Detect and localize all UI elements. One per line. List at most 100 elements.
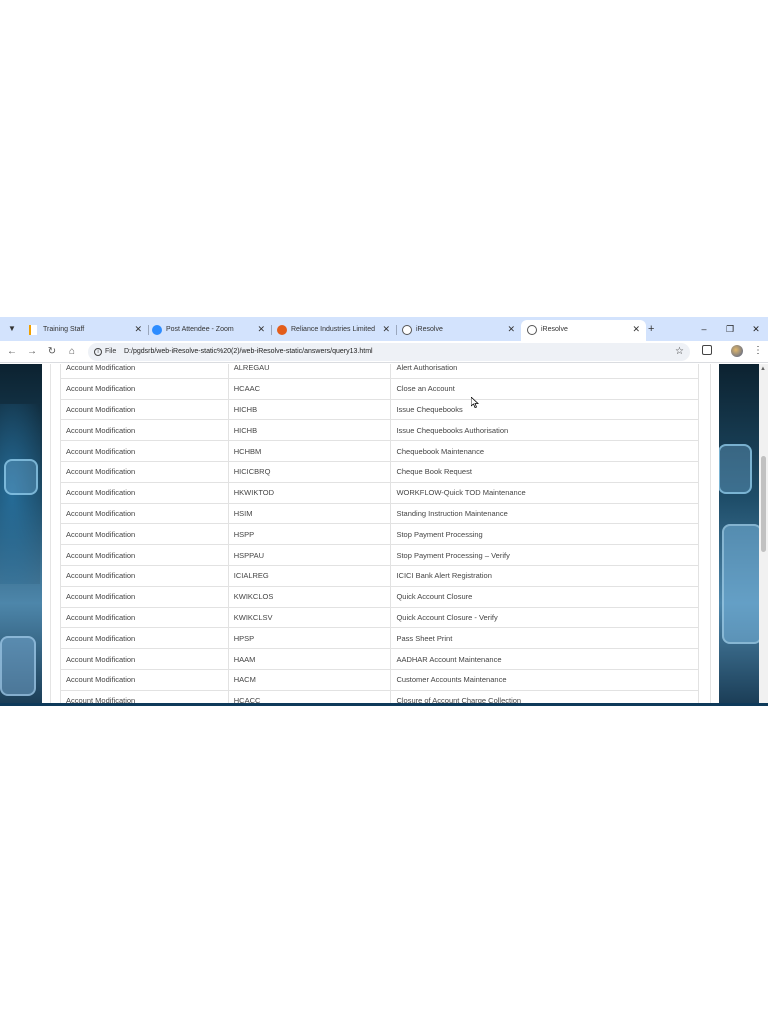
module-cell: Account Modification [60,564,229,587]
menu-code-cell: HCHBM [227,440,392,462]
info-icon: i [94,348,102,356]
module-cell: Account Modification [60,377,229,400]
description-cell: Issue Chequebooks Authorisation [390,419,699,442]
menu-code-cell: HSPPAU [227,544,392,566]
description-cell: ICICI Bank Alert Registration [390,564,699,587]
menu-code-cell: HCAAC [227,377,392,400]
menu-code-cell: HSPP [227,523,392,546]
menu-code-cell: HACM [227,668,392,691]
background-shape [718,444,752,494]
menu-code-cell: KWIKCLOS [227,585,392,608]
close-tab-icon[interactable]: ✕ [507,323,515,335]
profile-avatar[interactable] [731,345,743,357]
star-icon[interactable]: ☆ [675,345,684,359]
module-cell: Account Modification [60,502,229,525]
restore-button[interactable]: ❐ [723,321,737,337]
table-row: Account Modification ALREGAU Alert Authori… [60,364,699,379]
menu-code-cell: ALREGAU [227,364,392,379]
description-cell: Pass Sheet Print [390,627,699,650]
globe-favicon [527,325,537,335]
back-arrow-icon[interactable]: ← [6,345,18,359]
table-row: Account Modification KWIKCLSV Quick Accoun… [60,606,699,629]
home-icon[interactable]: ⌂ [66,345,78,359]
tab-training-staff[interactable]: Training Staff ✕ [23,320,148,341]
table-row: Account Modification KWIKCLOS Quick Accoun… [60,585,699,608]
tab-post-attendee-zoom[interactable]: Post Attendee - Zoom ✕ [146,320,271,341]
table-row: Account Modification HICICBRQ Cheque Book … [60,460,699,483]
tab-title: iResolve [541,326,568,333]
module-cell: Account Modification [60,544,229,566]
scroll-up-icon[interactable]: ▲ [760,365,766,373]
content-panel: Account Modification ALREGAU Alert Authori… [42,364,719,706]
menu-code-cell: HSIM [227,502,392,525]
browser-screenshot: ▼ Training Staff ✕ Post Attendee - Zoom … [0,317,768,706]
reload-icon[interactable]: ↻ [46,345,58,359]
scrollbar-thumb[interactable] [761,456,766,552]
address-bar[interactable]: i File D:/pgdsrb/web-iResolve-static%20(2… [88,343,690,361]
module-cell: Account Modification [60,627,229,650]
table-row: Account Modification HCHBM Chequebook Main… [60,440,699,462]
background-shape [4,459,38,495]
tab-title: Reliance Industries Limited [291,326,376,333]
table-row: Account Modification HSPPAU Stop Payment P… [60,544,699,566]
description-cell: Customer Accounts Maintenance [390,668,699,691]
module-cell: Account Modification [60,523,229,546]
module-cell: Account Modification [60,460,229,483]
close-window-button[interactable]: ✕ [749,321,763,337]
module-cell: Account Modification [60,606,229,629]
module-cell: Account Modification [60,440,229,462]
background-shape [722,524,762,644]
menu-codes-table: Account Modification ALREGAU Alert Authori… [60,364,699,706]
module-cell: Account Modification [60,364,229,379]
site-info-chip[interactable]: i File [94,346,116,358]
minimize-button[interactable]: – [697,321,711,337]
description-cell: WORKFLOW-Quick TOD Maintenance [390,481,699,504]
close-tab-icon[interactable]: ✕ [382,323,390,335]
tab-search-icon[interactable]: ▼ [4,321,20,337]
menu-code-cell: HICICBRQ [227,460,392,483]
menu-code-cell: HKWIKTOD [227,481,392,504]
globe-favicon [402,325,412,335]
tab-title: Training Staff [43,326,85,333]
description-cell: Cheque Book Request [390,460,699,483]
browser-toolbar: ← → ↻ ⌂ i File D:/pgdsrb/web-iResolve-sta… [0,341,768,363]
vertical-scrollbar[interactable]: ▲ [759,364,768,706]
close-tab-icon[interactable]: ✕ [257,323,265,335]
table-row: Account Modification HSIM Standing Instruc… [60,502,699,525]
kebab-menu-icon[interactable]: ⋮ [753,344,763,358]
close-tab-icon[interactable]: ✕ [632,323,640,335]
tab-reliance-industries[interactable]: Reliance Industries Limited ✕ [271,320,396,341]
new-tab-button[interactable]: + [648,321,654,337]
training-staff-favicon [29,325,37,335]
table-row: Account Modification HACM Customer Account… [60,668,699,691]
tab-title: Post Attendee - Zoom [166,326,234,333]
description-cell: AADHAR Account Maintenance [390,648,699,670]
module-cell: Account Modification [60,419,229,442]
url-text[interactable]: D:/pgdsrb/web-iResolve-static%20(2)/web-… [124,346,373,358]
description-cell: Issue Chequebooks [390,398,699,421]
extensions-icon[interactable] [702,345,712,355]
table-row: Account Modification HKWIKTOD WORKFLOW-Qui… [60,481,699,504]
tab-iresolve-1[interactable]: iResolve ✕ [396,320,521,341]
zoom-favicon [152,325,162,335]
table-row: Account Modification HCAAC Close an Accoun… [60,377,699,400]
description-cell: Standing Instruction Maintenance [390,502,699,525]
table-row: Account Modification HPSP Pass Sheet Print [60,627,699,650]
description-cell: Stop Payment Processing – Verify [390,544,699,566]
menu-code-cell: KWIKCLSV [227,606,392,629]
menu-code-cell: HAAM [227,648,392,670]
tab-strip: ▼ Training Staff ✕ Post Attendee - Zoom … [0,317,768,341]
forward-arrow-icon[interactable]: → [26,345,38,359]
page-viewport: Account Modification ALREGAU Alert Authori… [0,364,768,706]
description-cell: Quick Account Closure [390,585,699,608]
file-label: File [105,348,117,355]
table-row: Account Modification HICHB Issue Chequeboo… [60,419,699,442]
table-row: Account Modification HSPP Stop Payment Pro… [60,523,699,546]
description-cell: Stop Payment Processing [390,523,699,546]
description-cell: Chequebook Maintenance [390,440,699,462]
close-tab-icon[interactable]: ✕ [134,323,142,335]
table-row: Account Modification ICIALREG ICICI Bank A… [60,564,699,587]
tab-iresolve-active[interactable]: iResolve ✕ [521,320,646,341]
module-cell: Account Modification [60,585,229,608]
module-cell: Account Modification [60,398,229,421]
